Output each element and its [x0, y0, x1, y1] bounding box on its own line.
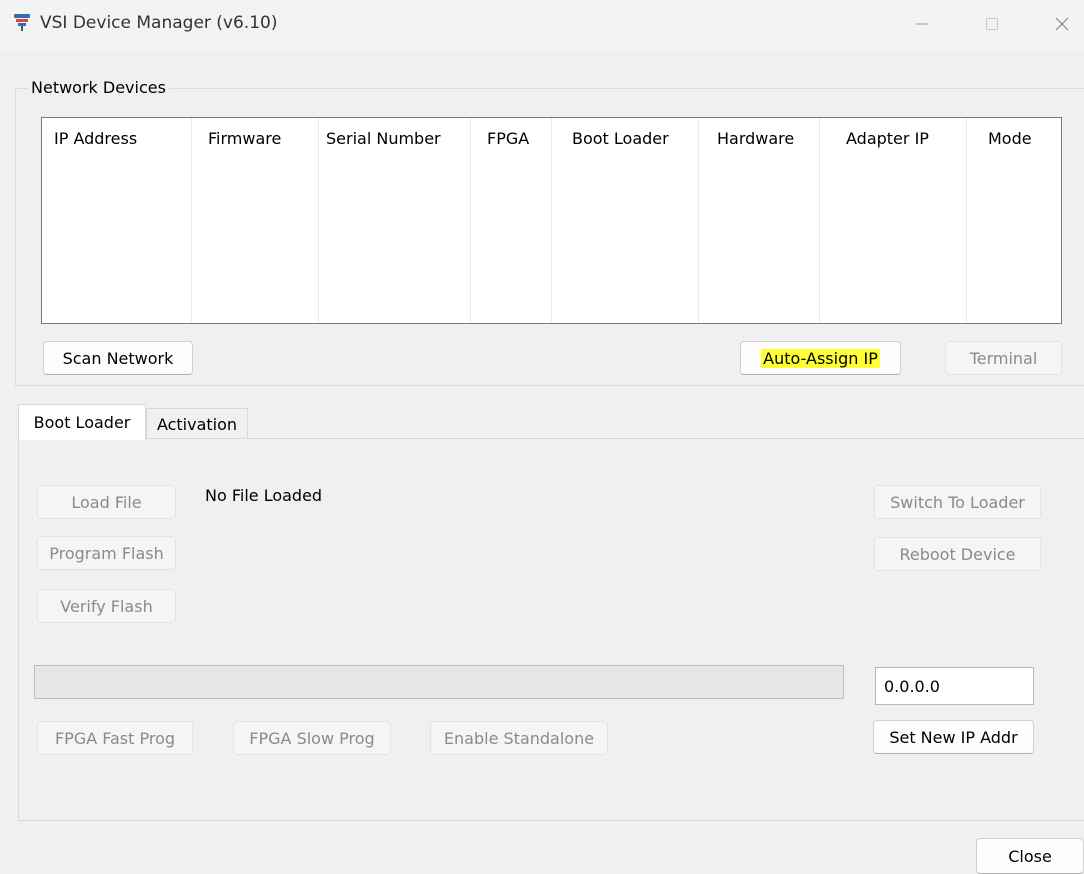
devices-table[interactable]: IP Address Firmware Serial Number FPGA B…: [41, 117, 1062, 324]
maximize-icon: [986, 18, 998, 30]
switch-to-loader-button[interactable]: Switch To Loader: [874, 485, 1041, 519]
header-boot-loader[interactable]: Boot Loader: [572, 129, 669, 148]
column-boot-loader: [551, 118, 699, 323]
auto-assign-ip-button[interactable]: Auto-Assign IP: [740, 341, 901, 375]
minimize-icon: [916, 23, 928, 25]
vsi-app-icon: [12, 12, 32, 32]
tab-activation[interactable]: Activation: [146, 408, 248, 440]
tab-boot-loader[interactable]: Boot Loader: [18, 404, 146, 440]
header-adapter-ip[interactable]: Adapter IP: [846, 129, 929, 148]
window-title: VSI Device Manager (v6.10): [40, 13, 278, 33]
column-fpga: [470, 118, 552, 323]
title-bar[interactable]: VSI Device Manager (v6.10): [0, 0, 1084, 50]
program-flash-button[interactable]: Program Flash: [37, 536, 176, 570]
column-firmware: [191, 118, 319, 323]
set-new-ip-button[interactable]: Set New IP Addr: [873, 720, 1034, 754]
header-mode[interactable]: Mode: [988, 129, 1032, 148]
close-button[interactable]: Close: [976, 838, 1084, 874]
header-ip-address[interactable]: IP Address: [54, 129, 137, 148]
file-status-label: No File Loaded: [205, 486, 323, 505]
close-window-button[interactable]: [1040, 6, 1084, 42]
fpga-slow-prog-button[interactable]: FPGA Slow Prog: [233, 721, 391, 755]
column-hardware: [698, 118, 820, 323]
ip-address-field[interactable]: [875, 667, 1034, 705]
verify-flash-button[interactable]: Verify Flash: [37, 589, 176, 623]
network-devices-label: Network Devices: [28, 78, 169, 97]
flash-progress-bar: [34, 665, 844, 699]
device-manager-window: VSI Device Manager (v6.10) Network Devic…: [0, 0, 1084, 874]
column-adapter-ip: [819, 118, 967, 323]
header-serial-number[interactable]: Serial Number: [326, 129, 441, 148]
column-ip-address: [42, 118, 192, 323]
header-fpga[interactable]: FPGA: [487, 129, 529, 148]
enable-standalone-button[interactable]: Enable Standalone: [430, 721, 608, 755]
fpga-fast-prog-button[interactable]: FPGA Fast Prog: [37, 721, 193, 755]
header-firmware[interactable]: Firmware: [208, 129, 281, 148]
header-hardware[interactable]: Hardware: [717, 129, 794, 148]
scan-network-button[interactable]: Scan Network: [43, 341, 193, 375]
reboot-device-button[interactable]: Reboot Device: [874, 537, 1041, 571]
column-serial-number: [318, 118, 471, 323]
terminal-button[interactable]: Terminal: [945, 341, 1062, 375]
minimize-button[interactable]: [900, 6, 944, 42]
close-icon: [1055, 17, 1069, 31]
maximize-button[interactable]: [970, 6, 1014, 42]
load-file-button[interactable]: Load File: [37, 485, 176, 519]
